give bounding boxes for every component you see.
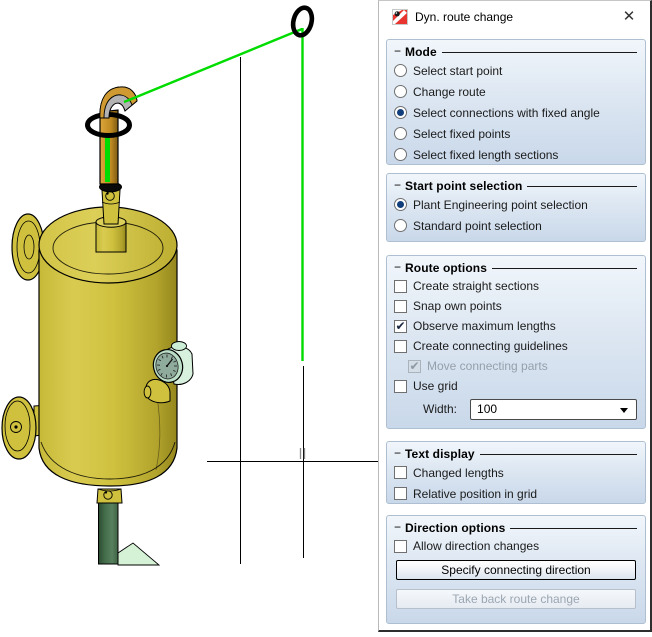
radio-icon xyxy=(394,85,407,98)
checkbox-icon xyxy=(394,466,407,479)
radio-select-connections-fixed-angle[interactable]: Select connections with fixed angle xyxy=(394,102,638,123)
checkbox-move-connecting-parts: Move connecting parts xyxy=(394,356,638,376)
radio-label: Select fixed points xyxy=(413,127,510,141)
checkbox-label: Move connecting parts xyxy=(427,359,548,373)
group-rule xyxy=(492,268,637,269)
chevron-down-icon[interactable] xyxy=(620,408,628,413)
riser-pipe xyxy=(100,110,118,184)
radio-select-fixed-points[interactable]: Select fixed points xyxy=(394,123,638,144)
checkbox-label: Changed lengths xyxy=(413,466,504,480)
group-text-display: − Text display Changed lengths Relative … xyxy=(386,441,646,504)
radio-label: Standard point selection xyxy=(413,219,542,233)
collapse-toggle[interactable]: − xyxy=(394,44,401,58)
radio-standard-point-selection[interactable]: Standard point selection xyxy=(394,215,638,236)
group-rule xyxy=(527,186,637,187)
grip-marker xyxy=(301,448,305,459)
checkbox-allow-direction-changes[interactable]: Allow direction changes xyxy=(394,536,638,556)
collapse-toggle[interactable]: − xyxy=(394,178,401,192)
checkbox-create-straight-sections[interactable]: Create straight sections xyxy=(394,276,638,296)
app-logo-icon xyxy=(392,9,408,25)
width-combobox[interactable]: 100 xyxy=(470,399,637,420)
checkbox-create-connecting-guidelines[interactable]: Create connecting guidelines xyxy=(394,336,638,356)
combobox-value: 100 xyxy=(477,402,497,416)
checkbox-label: Snap own points xyxy=(413,299,502,313)
radio-label: Plant Engineering point selection xyxy=(413,198,588,212)
specify-connecting-direction-button[interactable]: Specify connecting direction xyxy=(396,560,636,580)
take-back-route-change-button: Take back route change xyxy=(396,589,636,609)
radio-label: Select connections with fixed angle xyxy=(413,106,600,120)
checkbox-icon xyxy=(408,360,421,373)
radio-plant-engineering-point-selection[interactable]: Plant Engineering point selection xyxy=(394,194,638,215)
collapse-toggle[interactable]: − xyxy=(394,260,401,274)
radio-select-start-point[interactable]: Select start point xyxy=(394,60,638,81)
checkbox-label: Create connecting guidelines xyxy=(413,339,568,353)
bottom-drain xyxy=(97,489,159,565)
checkbox-changed-lengths[interactable]: Changed lengths xyxy=(394,462,638,483)
group-title: Direction options xyxy=(405,521,505,535)
radio-label: Select start point xyxy=(413,64,502,78)
group-title: Route options xyxy=(405,261,487,275)
radio-icon xyxy=(394,106,407,119)
checkbox-label: Use grid xyxy=(413,379,458,393)
foundation-wedge xyxy=(118,543,159,565)
checkbox-use-grid[interactable]: Use grid xyxy=(394,376,638,396)
group-direction-options: − Direction options Allow direction chan… xyxy=(386,515,646,624)
checkbox-label: Allow direction changes xyxy=(413,539,539,553)
checkbox-snap-own-points[interactable]: Snap own points xyxy=(394,296,638,316)
group-route-options: − Route options Create straight sections… xyxy=(386,255,646,429)
checkbox-icon xyxy=(394,540,407,553)
collapse-toggle[interactable]: − xyxy=(394,446,401,460)
radio-select-fixed-length-sections[interactable]: Select fixed length sections xyxy=(394,144,638,165)
dialog-titlebar[interactable]: Dyn. route change ✕ xyxy=(379,1,650,32)
group-mode: − Mode Select start point Change route S… xyxy=(386,39,646,165)
checkbox-label: Create straight sections xyxy=(413,279,539,293)
radio-label: Select fixed length sections xyxy=(413,148,558,162)
checkbox-observe-maximum-lengths[interactable]: Observe maximum lengths xyxy=(394,316,638,336)
checkbox-icon xyxy=(394,340,407,353)
checkbox-icon xyxy=(394,380,407,393)
viewport-3d[interactable] xyxy=(0,0,380,632)
radio-icon xyxy=(394,148,407,161)
radio-icon xyxy=(394,198,407,211)
radio-label: Change route xyxy=(413,85,486,99)
checkbox-icon xyxy=(394,280,407,293)
group-title: Start point selection xyxy=(405,179,522,193)
radio-change-route[interactable]: Change route xyxy=(394,81,638,102)
checkbox-icon xyxy=(394,487,407,500)
route-end-ring-marker[interactable] xyxy=(290,6,314,38)
group-rule xyxy=(442,52,637,53)
group-rule xyxy=(480,454,637,455)
group-rule xyxy=(510,528,637,529)
close-icon[interactable]: ✕ xyxy=(618,5,640,27)
checkbox-icon xyxy=(394,300,407,313)
dialog-title: Dyn. route change xyxy=(415,10,513,24)
group-start-point-selection: − Start point selection Plant Engineerin… xyxy=(386,173,646,242)
checkbox-label: Observe maximum lengths xyxy=(413,319,556,333)
dialog-dyn-route-change: Dyn. route change ✕ − Mode Select start … xyxy=(378,0,652,632)
group-title: Mode xyxy=(405,45,437,59)
checkbox-icon xyxy=(394,320,407,333)
scene-3d xyxy=(0,0,380,632)
construction-lines xyxy=(207,57,379,564)
radio-icon xyxy=(394,64,407,77)
collapse-toggle[interactable]: − xyxy=(394,520,401,534)
checkbox-label: Relative position in grid xyxy=(413,487,537,501)
group-title: Text display xyxy=(405,447,475,461)
width-label: Width: xyxy=(423,402,457,416)
radio-icon xyxy=(394,127,407,140)
radio-icon xyxy=(394,219,407,232)
checkbox-relative-position-in-grid[interactable]: Relative position in grid xyxy=(394,483,638,504)
